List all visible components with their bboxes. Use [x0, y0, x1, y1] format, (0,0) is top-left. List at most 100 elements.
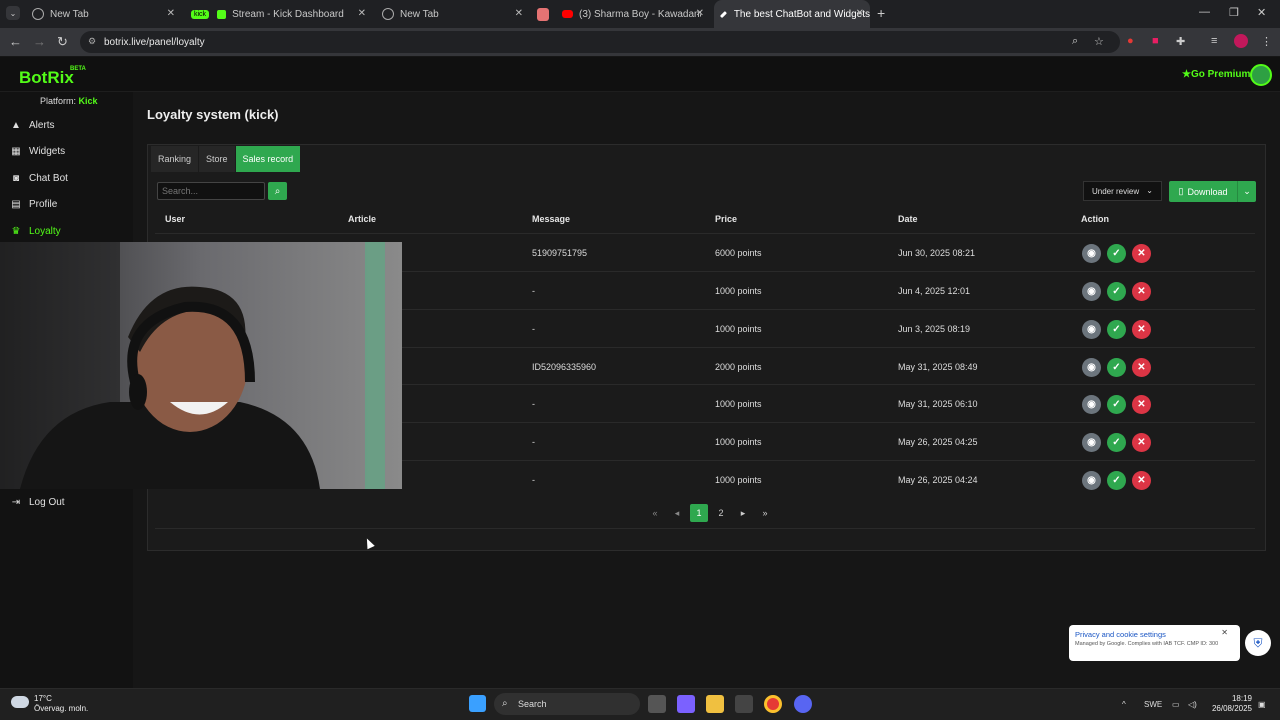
- browser-tab-6[interactable]: The best ChatBot and Widgets ✕: [714, 0, 870, 28]
- zoom-icon[interactable]: ⌕: [1072, 35, 1078, 48]
- view-icon[interactable]: ◉: [1082, 395, 1101, 414]
- sidebar-item-widgets[interactable]: ▦ Widgets: [10, 142, 65, 160]
- menu-icon[interactable]: ⋮: [1261, 35, 1272, 48]
- new-tab-icon[interactable]: +: [877, 5, 885, 21]
- windows-start-icon[interactable]: [469, 695, 486, 712]
- view-icon[interactable]: ◉: [1082, 282, 1101, 301]
- logout-button[interactable]: ⇥ Log Out: [10, 493, 65, 511]
- task-view-icon[interactable]: [648, 695, 666, 713]
- approve-check-icon[interactable]: ✓: [1107, 282, 1126, 301]
- search-input[interactable]: [157, 182, 265, 200]
- extension-record-icon[interactable]: ●: [1127, 35, 1134, 47]
- network-icon[interactable]: ▭: [1172, 700, 1180, 709]
- language-indicator[interactable]: SWE: [1144, 700, 1162, 709]
- system-clock[interactable]: 18:19 26/08/2025: [1210, 694, 1252, 714]
- tab-group-badge[interactable]: kick: [191, 9, 210, 19]
- sidebar-item-loyalty[interactable]: ♛ Loyalty: [10, 222, 61, 240]
- view-icon[interactable]: ◉: [1082, 471, 1101, 490]
- close-icon[interactable]: ✕: [696, 8, 704, 19]
- volume-icon[interactable]: ◁): [1188, 700, 1197, 709]
- approve-check-icon[interactable]: ✓: [1107, 471, 1126, 490]
- page-2-button[interactable]: 2: [712, 504, 730, 522]
- approve-check-icon[interactable]: ✓: [1107, 358, 1126, 377]
- sidebar-item-profile[interactable]: ▤ Profile: [10, 195, 57, 213]
- browser-tab-3[interactable]: New Tab ✕: [377, 0, 529, 28]
- status-filter-select[interactable]: Under review ⌄: [1083, 181, 1162, 201]
- tab-sales-record[interactable]: Sales record: [235, 146, 301, 172]
- reject-x-icon[interactable]: ✕: [1132, 358, 1151, 377]
- column-header-user[interactable]: User: [165, 214, 185, 224]
- botrix-logo[interactable]: BotRix: [19, 68, 74, 88]
- prev-page-icon[interactable]: ◂: [668, 504, 686, 522]
- view-icon[interactable]: ◉: [1082, 358, 1101, 377]
- site-info-icon[interactable]: ⚙: [88, 36, 96, 47]
- reject-x-icon[interactable]: ✕: [1132, 244, 1151, 263]
- browser-tab-4[interactable]: [535, 0, 555, 28]
- chevron-up-icon[interactable]: ^: [1122, 700, 1126, 709]
- privacy-shield-icon[interactable]: ⛨: [1245, 630, 1271, 656]
- view-icon[interactable]: ◉: [1082, 320, 1101, 339]
- reject-x-icon[interactable]: ✕: [1132, 433, 1151, 452]
- go-premium-link[interactable]: ★Go Premium: [1182, 69, 1250, 80]
- logout-label: Log Out: [29, 496, 65, 508]
- search-button[interactable]: ⌕: [268, 182, 287, 200]
- reload-icon[interactable]: ↻: [57, 34, 68, 50]
- column-header-price[interactable]: Price: [715, 214, 737, 224]
- taskbar-search[interactable]: ⌕ Search: [494, 693, 640, 715]
- back-icon[interactable]: ←: [9, 34, 22, 49]
- approve-check-icon[interactable]: ✓: [1107, 433, 1126, 452]
- reject-x-icon[interactable]: ✕: [1132, 395, 1151, 414]
- restore-icon[interactable]: ❐: [1229, 6, 1239, 19]
- page-1-button[interactable]: 1: [690, 504, 708, 522]
- store-icon[interactable]: [735, 695, 753, 713]
- tab-ranking[interactable]: Ranking: [151, 146, 199, 172]
- forward-icon[interactable]: →: [33, 34, 46, 49]
- profile-avatar[interactable]: [1234, 34, 1248, 48]
- column-header-date[interactable]: Date: [898, 214, 918, 224]
- file-explorer-icon[interactable]: [706, 695, 724, 713]
- approve-check-icon[interactable]: ✓: [1107, 244, 1126, 263]
- sidebar-item-alerts[interactable]: ▲ Alerts: [10, 116, 55, 134]
- close-icon[interactable]: ✕: [167, 8, 175, 19]
- cloud-icon[interactable]: [11, 696, 29, 708]
- tab-store[interactable]: Store: [199, 146, 235, 172]
- browser-tab-5[interactable]: (3) Sharma Boy - Kawadanaada ✕: [558, 0, 710, 28]
- notification-icon[interactable]: ▣: [1258, 700, 1266, 709]
- browser-tab-1[interactable]: New Tab ✕: [26, 0, 181, 28]
- close-icon[interactable]: ✕: [856, 8, 864, 19]
- next-page-icon[interactable]: ▸: [734, 504, 752, 522]
- column-header-article[interactable]: Article: [348, 214, 376, 224]
- address-bar[interactable]: ⚙ botrix.live/panel/loyalty: [80, 31, 1120, 53]
- minimize-icon[interactable]: —: [1199, 6, 1210, 18]
- browser-tab-2[interactable]: kick Stream - Kick Dashboard ✕: [187, 0, 372, 28]
- chrome-icon[interactable]: [764, 695, 782, 713]
- extension-save-icon[interactable]: ■: [1152, 35, 1159, 47]
- user-avatar[interactable]: [1250, 64, 1272, 86]
- cookie-settings-popup[interactable]: Privacy and cookie settings Managed by G…: [1069, 625, 1240, 661]
- weather-widget[interactable]: 17°C Övervag. moln.: [34, 694, 88, 714]
- first-page-icon[interactable]: «: [646, 504, 664, 522]
- view-icon[interactable]: ◉: [1082, 244, 1101, 263]
- cookie-title[interactable]: Privacy and cookie settings: [1075, 630, 1166, 639]
- reject-x-icon[interactable]: ✕: [1132, 282, 1151, 301]
- discord-icon[interactable]: [794, 695, 812, 713]
- sidebar-item-chat-bot[interactable]: ◙ Chat Bot: [10, 169, 68, 187]
- reject-x-icon[interactable]: ✕: [1132, 320, 1151, 339]
- close-icon[interactable]: ✕: [1221, 628, 1228, 637]
- bookmark-star-icon[interactable]: ☆: [1094, 35, 1104, 48]
- approve-check-icon[interactable]: ✓: [1107, 320, 1126, 339]
- close-window-icon[interactable]: ✕: [1257, 6, 1266, 19]
- view-icon[interactable]: ◉: [1082, 433, 1101, 452]
- download-dropdown-toggle[interactable]: ⌄: [1237, 181, 1256, 202]
- reject-x-icon[interactable]: ✕: [1132, 471, 1151, 490]
- media-control-icon[interactable]: ≡: [1211, 35, 1217, 47]
- copilot-icon[interactable]: [677, 695, 695, 713]
- last-page-icon[interactable]: »: [756, 504, 774, 522]
- close-icon[interactable]: ✕: [515, 8, 523, 19]
- download-button[interactable]: ▯ Download: [1169, 181, 1237, 202]
- extensions-icon[interactable]: ✚: [1176, 35, 1185, 48]
- tab-search-icon[interactable]: ⌄: [6, 6, 20, 20]
- close-icon[interactable]: ✕: [358, 8, 366, 19]
- column-header-message[interactable]: Message: [532, 214, 570, 224]
- approve-check-icon[interactable]: ✓: [1107, 395, 1126, 414]
